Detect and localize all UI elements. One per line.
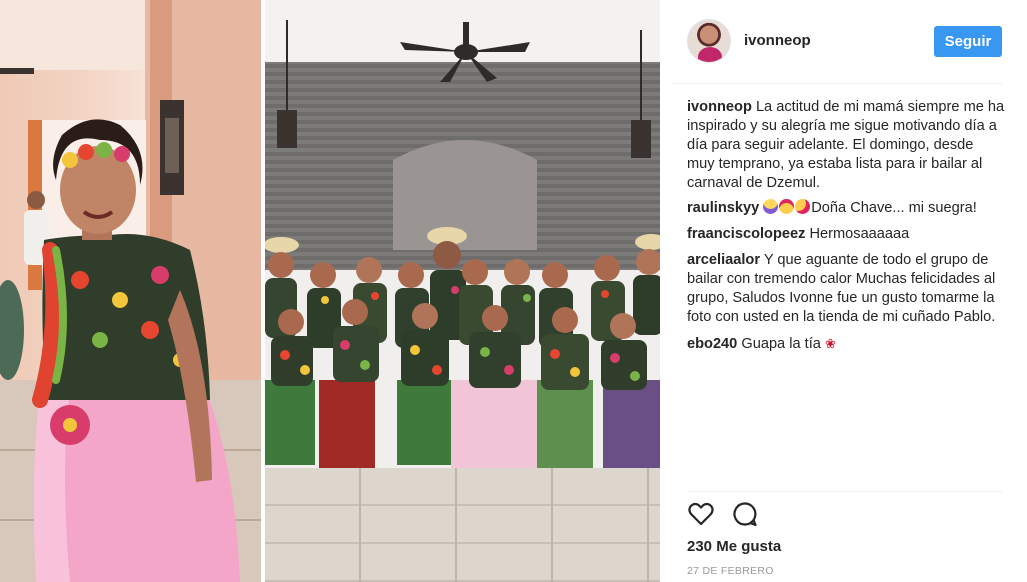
follow-button[interactable]: Seguir — [934, 26, 1002, 57]
likes-count[interactable]: 230 Me gusta — [687, 538, 781, 555]
heart-icon[interactable] — [687, 500, 715, 528]
comment-icon[interactable] — [731, 500, 759, 528]
post-header: ivonneop Seguir — [671, 0, 1002, 84]
post-sidebar: ivonneop Seguir ivonneop La actitud de m… — [671, 0, 1016, 582]
comments-list: ivonneop La actitud de mi mamá siempre m… — [687, 98, 1005, 361]
comment-author[interactable]: arceliaalor — [687, 252, 760, 268]
heart-eyes-icon — [779, 199, 795, 214]
photo-left-panel — [0, 0, 261, 582]
comment-text: Hermosaaaaaa — [809, 226, 910, 242]
face-screaming-icon — [763, 199, 779, 214]
rose-icon: ❀ — [824, 336, 836, 351]
comment-item: arceliaalor Y que aguante de todo el gru… — [687, 251, 1005, 327]
comment-item: raulinskyy Doña Chave... mi suegra! — [687, 199, 1005, 218]
comment-author[interactable]: raulinskyy — [687, 200, 759, 216]
comment-item: fraanciscolopeez Hermosaaaaaa — [687, 225, 1005, 244]
avatar[interactable] — [687, 19, 731, 63]
post-username[interactable]: ivonneop — [744, 32, 811, 49]
comment-text: Doña Chave... mi suegra! — [811, 200, 977, 216]
post-date[interactable]: 27 DE FEBRERO — [687, 565, 774, 577]
caption-author[interactable]: ivonneop — [687, 99, 752, 115]
caption: ivonneop La actitud de mi mamá siempre m… — [687, 98, 1005, 193]
photo-right-panel — [265, 0, 660, 582]
comment-author[interactable]: fraanciscolopeez — [687, 226, 805, 242]
comment-text: Guapa la tía — [741, 336, 821, 352]
comment-author[interactable]: ebo240 — [687, 336, 737, 352]
actions-divider — [687, 491, 1002, 492]
woman-portrait-illustration — [0, 0, 261, 582]
post-photo[interactable] — [0, 0, 660, 582]
tiled-floor — [265, 468, 660, 582]
comment-item: ebo240 Guapa la tía ❀ — [687, 334, 1005, 354]
kissing-face-icon — [795, 199, 811, 214]
